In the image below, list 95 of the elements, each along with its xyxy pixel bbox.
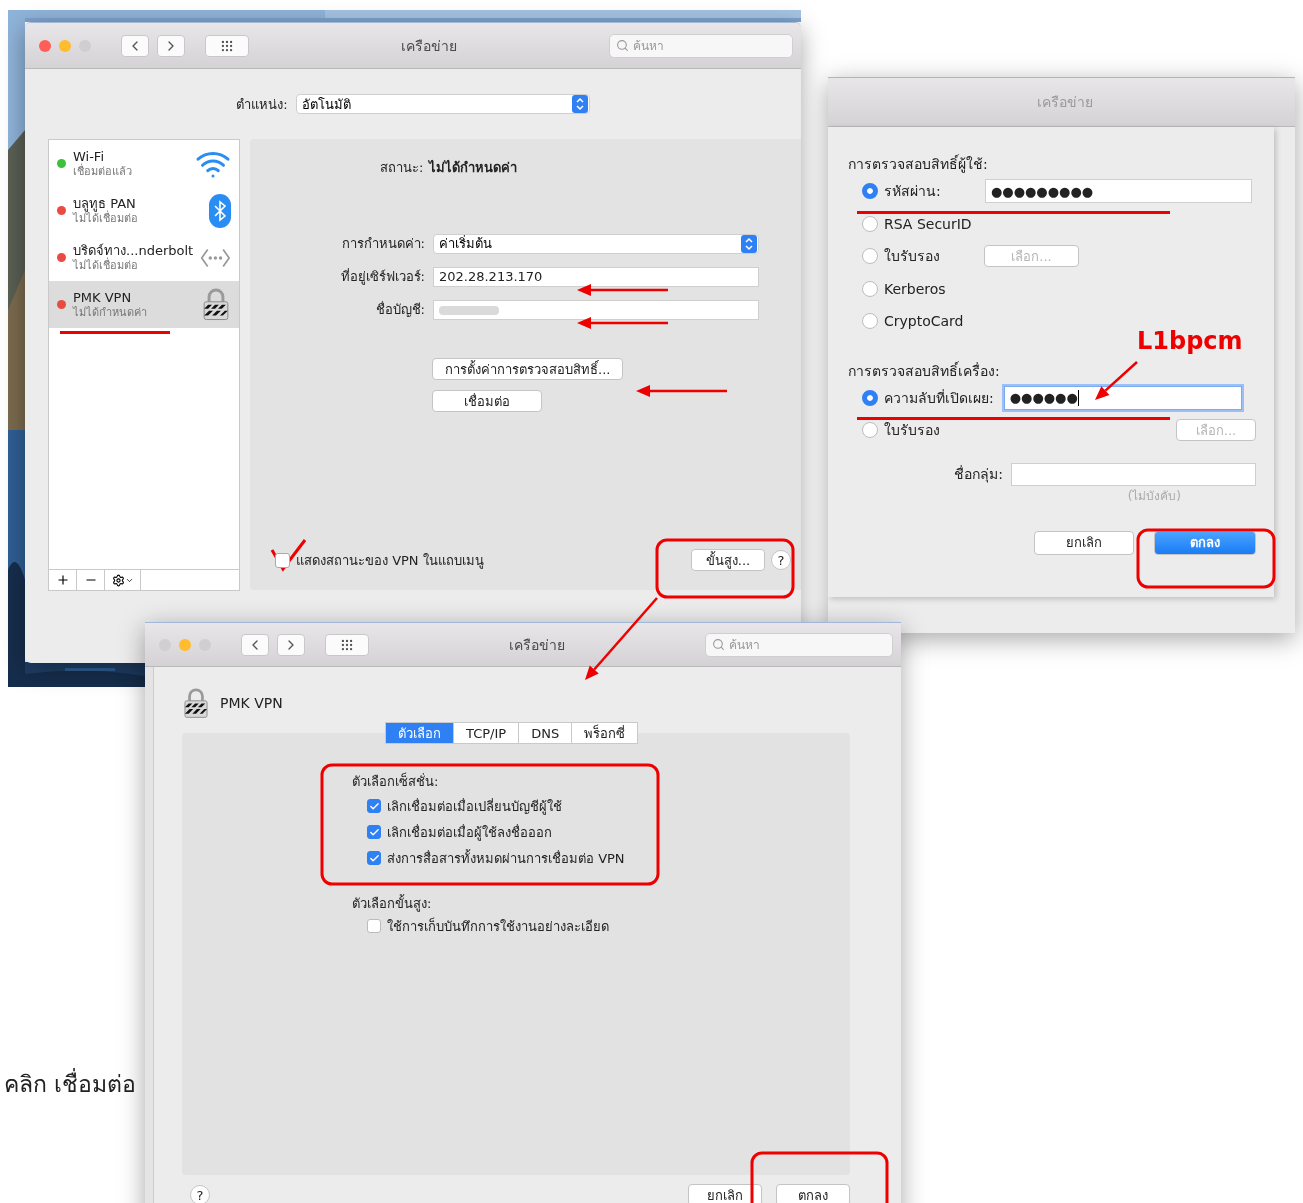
- checkbox-label: ใช้การเก็บบันทึกการใช้งานอย่างละเอียด: [387, 916, 609, 936]
- cancel-button[interactable]: ยกเลิก: [1034, 530, 1134, 555]
- service-name: บริดจ์ทาง...nderbolt: [73, 242, 194, 258]
- radio-button[interactable]: [862, 313, 878, 330]
- radio-button[interactable]: [862, 215, 878, 232]
- radio-label: ใบรับรอง: [884, 421, 940, 441]
- stepper-icon: [571, 95, 588, 113]
- window-title: เครือข่าย: [508, 635, 566, 655]
- radio-label: ใบรับรอง: [884, 247, 940, 267]
- plus-icon: [55, 573, 70, 587]
- show-all-button[interactable]: [325, 633, 369, 656]
- cancel-button[interactable]: ยกเลิก: [688, 1184, 762, 1203]
- service-item[interactable]: บริดจ์ทาง...nderbolt ไม่ได้เชื่อมต่อ: [49, 234, 239, 281]
- radio-button[interactable]: [862, 422, 878, 439]
- back-button[interactable]: [121, 34, 149, 57]
- checkbox-label: ส่งการสื่อสารทั้งหมดผ่านการเชื่อมต่อ VPN: [387, 848, 625, 868]
- checkbox[interactable]: [367, 919, 381, 933]
- tab[interactable]: พร็อกซี่: [571, 722, 639, 744]
- close-button[interactable]: [39, 39, 51, 52]
- forward-button[interactable]: [157, 34, 185, 57]
- service-name: Wi-Fi: [73, 148, 104, 164]
- radio-label: รหัสผ่าน:: [884, 182, 942, 202]
- checkbox[interactable]: [367, 799, 381, 813]
- window-title: เครือข่าย: [400, 36, 458, 56]
- forward-button[interactable]: [277, 633, 305, 656]
- radio-label: Kerberos: [884, 280, 946, 297]
- show-all-button[interactable]: [205, 34, 249, 57]
- text-cursor: [1077, 389, 1079, 406]
- service-item[interactable]: PMK VPN ไม่ได้กำหนดค่า: [49, 281, 239, 328]
- checkbox[interactable]: [367, 851, 381, 865]
- configuration-popup[interactable]: ค่าเริ่มต้น: [433, 233, 759, 254]
- section-label: ตัวเลือกขั้นสูง:: [352, 893, 432, 913]
- service-name: PMK VPN: [220, 695, 283, 711]
- field-label: ชื่อบัญชี:: [374, 300, 425, 319]
- settings-icon: [111, 573, 125, 587]
- annotation-note: L1bpcm: [1137, 327, 1243, 355]
- authentication-settings-button[interactable]: การตั้งค่าการตรวจสอบสิทธิ์...: [432, 358, 624, 380]
- section-label: การตรวจสอบสิทธิ์ผู้ใช้:: [848, 153, 988, 175]
- checkbox-label: เลิกเชื่อมต่อเมื่อเปลี่ยนบัญชีผู้ใช้: [387, 797, 562, 817]
- checkbox[interactable]: [367, 825, 381, 839]
- ok-button[interactable]: ตกลง: [776, 1184, 850, 1203]
- tab[interactable]: TCP/IP: [453, 722, 520, 744]
- radio-label: RSA SecurID: [884, 215, 972, 232]
- connect-button[interactable]: เชื่อมต่อ: [432, 390, 542, 412]
- lock-icon: [182, 686, 210, 720]
- service-status: ไม่ได้เชื่อมต่อ: [73, 210, 139, 226]
- location-label: ตำแหน่ง:: [236, 95, 288, 114]
- radio-button[interactable]: [862, 280, 878, 297]
- lock-icon: [201, 287, 231, 322]
- server-address-field[interactable]: 202.28.213.170: [433, 266, 759, 287]
- search-icon: [712, 638, 725, 651]
- back-button[interactable]: [241, 633, 269, 656]
- search-icon: [616, 39, 629, 52]
- radio-label: CryptoCard: [884, 313, 964, 330]
- status-label: สถานะ:: [380, 159, 424, 177]
- status-value: ไม่ได้กำหนดค่า: [429, 159, 518, 177]
- radio-button[interactable]: [862, 248, 878, 265]
- window-title: เครือข่าย: [1035, 93, 1094, 112]
- group-name-field[interactable]: [1011, 462, 1256, 486]
- checkbox-label: แสดงสถานะของ VPN ในแถบเมนู: [296, 551, 484, 571]
- group-name-label: ชื่อกลุ่ม:: [954, 464, 1003, 485]
- field-label: การกำหนดค่า:: [340, 235, 425, 253]
- checkbox-label: เลิกเชื่อมต่อเมื่อผู้ใช้ลงชื่อออก: [387, 823, 552, 843]
- caption: คลิก เชื่อมต่อ: [4, 1066, 137, 1102]
- password-field[interactable]: ●●●●●●: [1003, 385, 1242, 410]
- service-status: เชื่อมต่อแล้ว: [73, 163, 133, 179]
- help-button[interactable]: ?: [190, 1185, 210, 1203]
- service-name: PMK VPN: [73, 289, 133, 305]
- service-item[interactable]: บลูทูธ PAN ไม่ได้เชื่อมต่อ: [49, 187, 239, 234]
- arrow-annotation: [1095, 361, 1138, 400]
- password-field[interactable]: ●●●●●●●●●: [985, 179, 1252, 204]
- tab[interactable]: DNS: [518, 722, 573, 744]
- minimize-button[interactable]: [59, 39, 71, 52]
- service-status: ไม่ได้กำหนดค่า: [73, 304, 148, 320]
- radio-label: ความลับที่เปิดเผย:: [884, 388, 994, 408]
- field-label: ที่อยู่เซิร์ฟเวอร์:: [339, 267, 425, 287]
- stepper-icon: [741, 234, 757, 253]
- grid-icon: [340, 637, 354, 652]
- account-name-field[interactable]: [433, 299, 759, 320]
- bluetooth-icon: [209, 193, 231, 228]
- service-item[interactable]: Wi-Fi เชื่อมต่อแล้ว: [49, 140, 239, 187]
- radio-button[interactable]: [862, 389, 878, 406]
- help-button[interactable]: ?: [771, 550, 791, 570]
- service-status: ไม่ได้เชื่อมต่อ: [73, 257, 139, 273]
- radio-button[interactable]: [862, 183, 878, 200]
- service-name: บลูทูธ PAN: [73, 195, 136, 211]
- minimize-button[interactable]: [179, 638, 191, 651]
- section-label: การตรวจสอบสิทธิ์เครื่อง:: [848, 360, 1000, 381]
- checkbox[interactable]: [275, 552, 290, 568]
- tab[interactable]: ตัวเลือก: [385, 722, 454, 744]
- optional-hint: (ไม่บังคับ): [1127, 487, 1181, 505]
- location-popup[interactable]: อัตโนมัติ: [295, 94, 590, 114]
- advanced-button[interactable]: ขั้นสูง...: [691, 549, 765, 571]
- section-label: ตัวเลือกเซ็สชั่น:: [352, 771, 439, 791]
- grid-icon: [220, 38, 234, 53]
